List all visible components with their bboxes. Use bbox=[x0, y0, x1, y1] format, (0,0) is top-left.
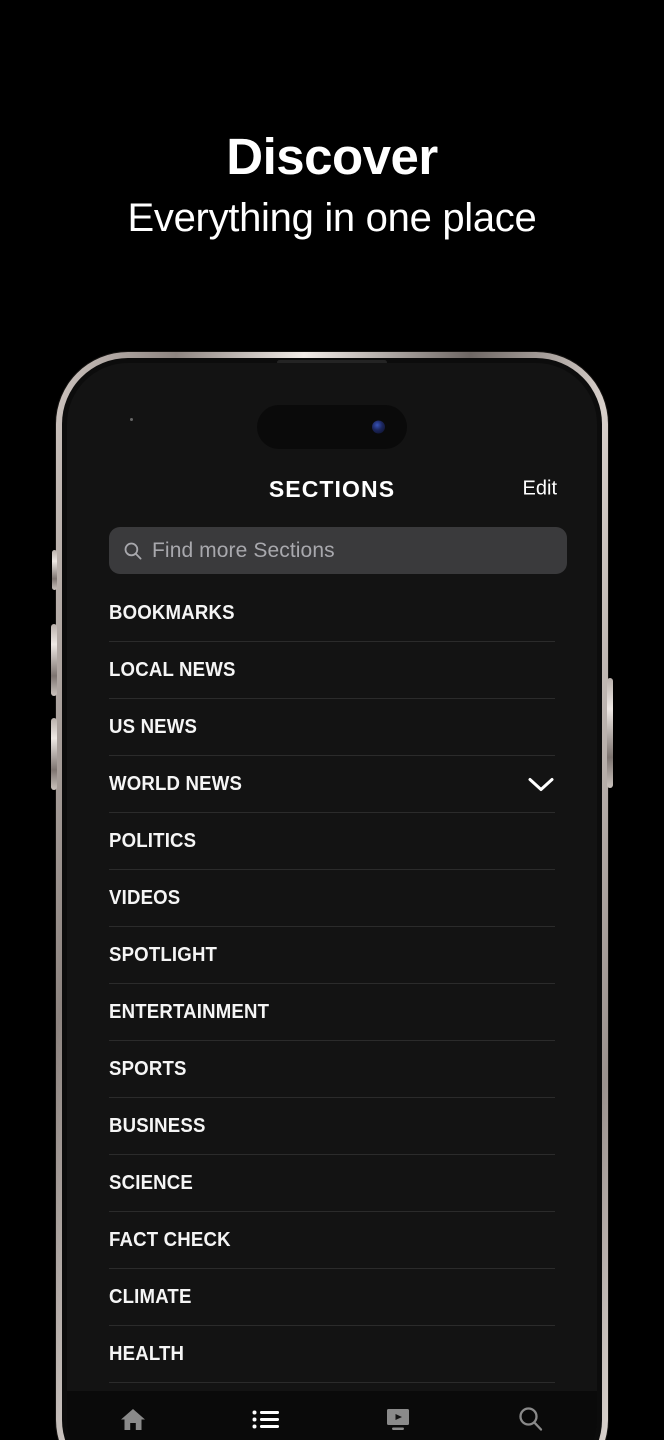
section-label: FACT CHECK bbox=[109, 1228, 231, 1251]
section-row[interactable]: LOCAL NEWS bbox=[109, 642, 555, 699]
search-input[interactable]: Find more Sections bbox=[109, 527, 567, 574]
home-icon bbox=[121, 1409, 146, 1430]
section-label: US NEWS bbox=[109, 715, 198, 738]
phone-device-frame: SECTIONS Edit Find more Sections BOOKMAR… bbox=[51, 352, 613, 1440]
section-row[interactable]: ENTERTAINMENT bbox=[109, 984, 555, 1041]
section-row[interactable]: SPOTLIGHT bbox=[109, 927, 555, 984]
edit-button[interactable]: Edit bbox=[523, 478, 557, 501]
search-icon bbox=[124, 542, 142, 560]
section-row[interactable]: FACT CHECK bbox=[109, 1212, 555, 1269]
search-icon bbox=[519, 1407, 542, 1431]
promo-text-block: Discover Everything in one place bbox=[0, 130, 664, 240]
tab-videos[interactable]: Videos bbox=[332, 1405, 465, 1440]
section-row[interactable]: POLITICS bbox=[109, 813, 555, 870]
search-placeholder-text: Find more Sections bbox=[152, 538, 335, 562]
phone-screen: SECTIONS Edit Find more Sections BOOKMAR… bbox=[67, 363, 597, 1440]
section-row[interactable]: BUSINESS bbox=[109, 1098, 555, 1155]
chevron-down-icon[interactable] bbox=[527, 776, 555, 793]
section-label: SCIENCE bbox=[109, 1171, 193, 1194]
section-row[interactable]: BOOKMARKS bbox=[109, 585, 555, 642]
screenshot-root: Discover Everything in one place SECTION… bbox=[0, 0, 664, 1440]
silent-switch-button[interactable] bbox=[52, 550, 57, 590]
sensor-dot-icon bbox=[130, 418, 133, 421]
section-label: VIDEOS bbox=[109, 886, 181, 909]
section-label: CLIMATE bbox=[109, 1285, 192, 1308]
section-label: SPORTS bbox=[109, 1057, 187, 1080]
tab-explore[interactable]: Explore bbox=[465, 1405, 598, 1440]
bottom-tab-bar[interactable]: Top NewsSectionsVideosExplore bbox=[67, 1391, 597, 1440]
section-label: WORLD NEWS bbox=[109, 772, 243, 795]
section-row[interactable]: SPORTS bbox=[109, 1041, 555, 1098]
volume-down-button[interactable] bbox=[51, 718, 57, 790]
power-button[interactable] bbox=[607, 678, 613, 788]
dynamic-island bbox=[257, 405, 407, 449]
volume-up-button[interactable] bbox=[51, 624, 57, 696]
app-navbar: SECTIONS Edit bbox=[67, 463, 597, 515]
front-camera-icon bbox=[372, 420, 385, 434]
section-label: BOOKMARKS bbox=[109, 601, 235, 624]
page-title: SECTIONS bbox=[268, 475, 396, 502]
section-row[interactable]: CLIMATE bbox=[109, 1269, 555, 1326]
section-row[interactable]: HEALTH bbox=[109, 1326, 555, 1383]
section-label: LOCAL NEWS bbox=[109, 658, 236, 681]
section-label: BUSINESS bbox=[109, 1114, 206, 1137]
promo-headline: Discover bbox=[226, 128, 438, 185]
tab-top-news[interactable]: Top News bbox=[67, 1405, 200, 1440]
section-row[interactable]: WORLD NEWS bbox=[109, 756, 555, 813]
list-icon bbox=[252, 1410, 279, 1429]
tab-sections[interactable]: Sections bbox=[200, 1405, 333, 1440]
section-row[interactable]: SCIENCE bbox=[109, 1155, 555, 1212]
promo-subheadline: Everything in one place bbox=[127, 195, 537, 240]
section-row[interactable]: US NEWS bbox=[109, 699, 555, 756]
phone-bezel: SECTIONS Edit Find more Sections BOOKMAR… bbox=[62, 358, 602, 1440]
video-icon bbox=[387, 1409, 410, 1430]
section-label: SPOTLIGHT bbox=[109, 943, 218, 966]
section-row[interactable]: VIDEOS bbox=[109, 870, 555, 927]
section-label: ENTERTAINMENT bbox=[109, 1000, 270, 1023]
section-label: POLITICS bbox=[109, 829, 197, 852]
section-label: HEALTH bbox=[109, 1342, 185, 1365]
sections-list[interactable]: BOOKMARKS LOCAL NEWS US NEWS WORLD NEWS POLI… bbox=[67, 585, 597, 1391]
